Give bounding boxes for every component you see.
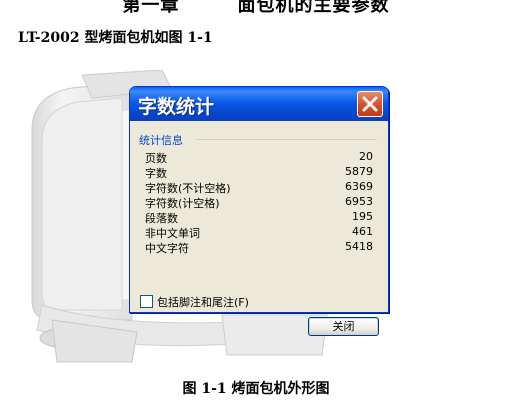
stat-row-pages: 页数 20 <box>145 149 373 165</box>
page-heading: 第一章 面包机的主要参数 <box>122 0 390 16</box>
close-button[interactable]: 关闭 <box>308 317 379 336</box>
close-icon[interactable] <box>357 91 383 117</box>
stats-group-title: 统计信息 <box>139 132 186 148</box>
dialog-titlebar[interactable]: 字数统计 <box>130 87 388 121</box>
include-footnotes-checkbox[interactable] <box>140 295 153 308</box>
stat-row-paragraphs: 段落数 195 <box>145 209 373 225</box>
dialog-body: 统计信息 页数 20 字数 5879 字符数(不计空格) 6369 字符数(计空… <box>133 121 385 336</box>
dialog-title: 字数统计 <box>138 96 215 118</box>
include-footnotes-label[interactable]: 包括脚注和尾注(F) <box>157 294 249 310</box>
stat-row-words: 字数 5879 <box>145 164 373 180</box>
stat-value: 6953 <box>345 195 373 208</box>
model-subtitle: LT-2002 型烤面包机如图 1-1 <box>18 30 213 46</box>
stat-row-chars-no-spaces: 字符数(不计空格) 6369 <box>145 179 373 195</box>
stats-list: 页数 20 字数 5879 字符数(不计空格) 6369 字符数(计空格) 69… <box>145 149 373 255</box>
stat-value: 461 <box>352 225 373 238</box>
stat-value: 5418 <box>345 240 373 253</box>
stat-value: 20 <box>359 150 373 163</box>
stat-row-chinese-chars: 中文字符 5418 <box>145 239 373 255</box>
stat-label: 中文字符 <box>145 242 189 255</box>
stat-row-non-chinese-words: 非中文单词 461 <box>145 224 373 240</box>
word-count-dialog: 字数统计 统计信息 页数 20 字数 5879 字符数(不计空格) 6369 字… <box>129 86 389 336</box>
stat-value: 6369 <box>345 180 373 193</box>
stat-value: 5879 <box>345 165 373 178</box>
close-x-icon <box>362 96 378 112</box>
stat-row-chars-with-spaces: 字符数(计空格) 6953 <box>145 194 373 210</box>
group-divider <box>197 139 377 140</box>
figure-caption: 图 1-1 烤面包机外形图 <box>182 381 330 397</box>
stat-value: 195 <box>352 210 373 223</box>
